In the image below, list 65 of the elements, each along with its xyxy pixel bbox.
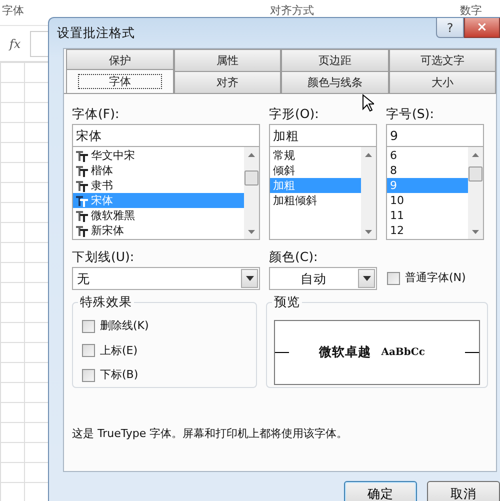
- list-item[interactable]: 微软雅黑: [73, 208, 244, 223]
- dropdown[interactable]: 自动: [269, 267, 377, 290]
- preview-sample: 微软卓越: [319, 343, 372, 362]
- checkbox-label: 普通字体(N): [405, 270, 466, 286]
- truetype-icon: [76, 180, 88, 192]
- info-text: 这是 TrueType 字体。屏幕和打印机上都将使用该字体。: [72, 426, 348, 442]
- checkbox[interactable]: [82, 320, 95, 333]
- tab[interactable]: 字体: [66, 69, 174, 93]
- cancel-button[interactable]: 取消: [427, 481, 500, 501]
- tab[interactable]: 属性: [174, 49, 281, 71]
- truetype-icon: [76, 224, 88, 236]
- tab[interactable]: 可选文字: [388, 49, 496, 71]
- truetype-icon: [76, 150, 88, 162]
- truetype-icon: [76, 210, 88, 222]
- truetype-icon: [76, 194, 88, 206]
- checkbox[interactable]: [82, 344, 95, 358]
- field-label: 颜色(C):: [269, 248, 319, 266]
- tab[interactable]: 颜色与线条: [281, 71, 388, 93]
- list-item[interactable]: 10: [387, 193, 468, 208]
- field-label: 字形(O):: [269, 105, 320, 123]
- checkbox-label: 下标(B): [100, 367, 138, 383]
- help-button[interactable]: ?: [436, 18, 464, 38]
- list-item[interactable]: 新宋体: [73, 223, 244, 238]
- ribbon-group-label: 字体: [2, 3, 24, 19]
- ribbon-group-label: 对齐方式: [270, 3, 314, 19]
- group-title: 特殊效果: [78, 294, 134, 310]
- dropdown-button[interactable]: [358, 269, 375, 288]
- checkbox-label: 删除线(K): [100, 318, 149, 334]
- group-title: 预览: [272, 294, 302, 310]
- list-item[interactable]: 华文中宋: [73, 148, 244, 163]
- text-field[interactable]: 加粗: [269, 124, 377, 147]
- field-label: 字号(S):: [386, 105, 435, 123]
- tab[interactable]: 对齐: [174, 71, 281, 93]
- tab[interactable]: 保护: [66, 49, 174, 71]
- window-title: 设置批注格式: [57, 24, 135, 42]
- ok-button[interactable]: 确定: [344, 481, 417, 501]
- text-field[interactable]: 宋体: [72, 124, 260, 147]
- dropdown[interactable]: 无: [72, 267, 260, 290]
- list-item[interactable]: 常规: [270, 148, 361, 163]
- dropdown-button[interactable]: [241, 269, 258, 288]
- truetype-icon: [76, 164, 88, 176]
- checkbox[interactable]: [82, 368, 95, 382]
- checkbox-label: 上标(E): [100, 342, 138, 358]
- tab[interactable]: 大小: [388, 71, 496, 93]
- dropdown-arrow-icon: [246, 276, 254, 281]
- list-item[interactable]: 楷体: [73, 163, 244, 178]
- ribbon-group-label: 数字: [460, 3, 482, 19]
- list-item[interactable]: 加粗倾斜: [270, 193, 361, 208]
- checkbox[interactable]: [387, 272, 400, 285]
- dropdown-arrow-icon: [362, 276, 370, 281]
- baseline-rule: [464, 352, 480, 353]
- list-item[interactable]: 11: [387, 208, 468, 223]
- mouse-pointer-icon: [362, 94, 374, 112]
- list-item[interactable]: 8: [387, 163, 468, 178]
- field-label: 字体(F):: [72, 105, 120, 123]
- list-item[interactable]: 12: [387, 223, 468, 238]
- formula-label: fx: [8, 36, 22, 52]
- list-item[interactable]: 隶书: [73, 178, 244, 193]
- preview-sample: AaBbCc: [381, 346, 425, 360]
- text-field[interactable]: 9: [386, 124, 484, 147]
- field-label: 下划线(U):: [72, 248, 136, 266]
- baseline-rule: [275, 352, 290, 353]
- list-item[interactable]: 倾斜: [270, 163, 361, 178]
- list-item[interactable]: 6: [387, 148, 468, 163]
- tab[interactable]: 页边距: [281, 49, 388, 71]
